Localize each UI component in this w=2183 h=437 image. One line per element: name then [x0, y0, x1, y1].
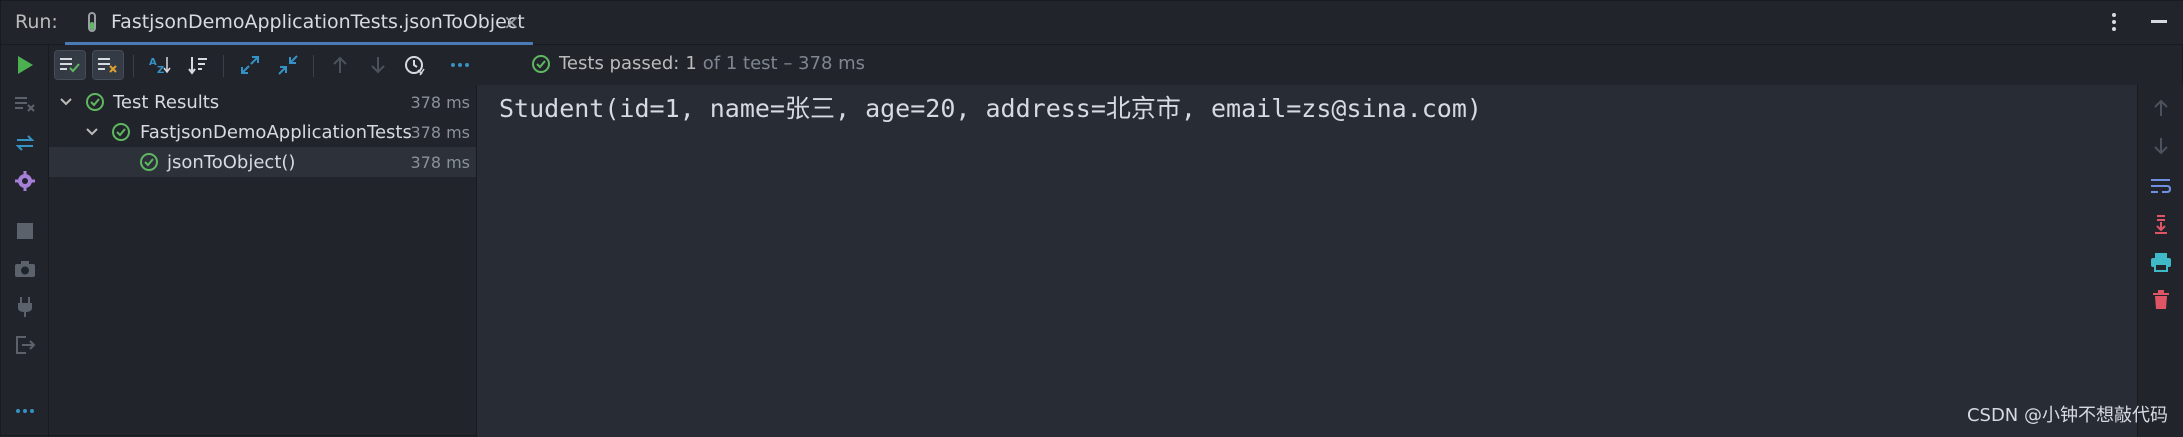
more-icon[interactable]: [11, 397, 39, 425]
test-status: Tests passed: 1 of 1 test – 378 ms: [531, 53, 865, 74]
chevron-down-icon[interactable]: [85, 125, 99, 139]
console-toolbar: [2137, 85, 2183, 437]
run-tool-window: Run: FastjsonDemoApplicationTests.jsonTo…: [0, 0, 2183, 437]
collapse-all-icon[interactable]: [273, 51, 303, 79]
tree-item-duration: 378 ms: [410, 92, 470, 112]
rerun-failed-icon[interactable]: [11, 89, 39, 117]
toggle-auto-test-icon[interactable]: [11, 129, 39, 157]
passed-check-icon: [531, 54, 551, 74]
tree-item-duration: 378 ms: [410, 122, 470, 142]
test-history-icon[interactable]: [399, 51, 429, 79]
minimize-icon[interactable]: [2151, 20, 2167, 23]
close-icon[interactable]: ×: [503, 10, 520, 34]
tree-item-duration: 378 ms: [410, 152, 470, 172]
show-passed-icon[interactable]: [54, 50, 86, 80]
chevron-down-icon[interactable]: [59, 95, 73, 109]
passed-check-icon: [139, 152, 159, 172]
settings-gear-icon[interactable]: [11, 167, 39, 195]
console-output[interactable]: Student(id=1, name=张三, age=20, address=北…: [477, 85, 2137, 437]
scroll-to-end-icon[interactable]: [2148, 211, 2174, 237]
svg-text:A: A: [149, 57, 157, 68]
tree-row-test-results[interactable]: Test Results 378 ms: [49, 87, 476, 117]
passed-check-icon: [111, 122, 131, 142]
exit-icon[interactable]: [11, 331, 39, 359]
scroll-down-icon[interactable]: [2148, 133, 2174, 159]
watermark: CSDN @小钟不想敲代码: [1966, 405, 2168, 426]
console-line: Student(id=1, name=张三, age=20, address=北…: [499, 94, 1482, 123]
status-summary: of 1 test – 378 ms: [702, 53, 866, 74]
plug-icon[interactable]: [11, 293, 39, 321]
tab-title: FastjsonDemoApplicationTests.jsonToObjec…: [111, 11, 525, 33]
status-passed-count: 1: [685, 53, 697, 74]
tab-bar: Run: FastjsonDemoApplicationTests.jsonTo…: [1, 1, 2183, 45]
tree-item-label: FastjsonDemoApplicationTests: [140, 121, 412, 143]
soft-wrap-icon[interactable]: [2148, 173, 2174, 199]
run-label: Run:: [15, 11, 58, 33]
test-toolbar: AZ Tests passed: 1 of 1 test – 378 ms: [49, 45, 2183, 85]
more-options-icon[interactable]: [2111, 11, 2117, 33]
passed-check-icon: [85, 92, 105, 112]
clear-all-trash-icon[interactable]: [2148, 287, 2174, 313]
svg-text:Z: Z: [157, 65, 164, 75]
tab-run-configuration[interactable]: FastjsonDemoApplicationTests.jsonToObjec…: [65, 1, 533, 45]
next-failed-test-icon[interactable]: [363, 51, 393, 79]
print-icon[interactable]: [2148, 249, 2174, 275]
tree-item-label: jsonToObject(): [167, 151, 296, 173]
tree-item-label: Test Results: [113, 91, 220, 113]
show-ignored-icon[interactable]: [92, 50, 124, 80]
more-actions-icon[interactable]: [445, 51, 475, 79]
scroll-up-icon[interactable]: [2148, 95, 2174, 121]
tree-row-test-class[interactable]: FastjsonDemoApplicationTests 378 ms: [49, 117, 476, 147]
sort-alphabetically-icon[interactable]: AZ: [145, 51, 175, 79]
previous-failed-test-icon[interactable]: [325, 51, 355, 79]
left-toolbar: [1, 45, 49, 437]
test-tube-icon: [85, 11, 99, 35]
stop-icon[interactable]: [11, 217, 39, 245]
expand-all-icon[interactable]: [235, 51, 265, 79]
camera-icon[interactable]: [11, 255, 39, 283]
status-passed-label: Tests passed:: [559, 53, 680, 74]
rerun-icon[interactable]: [11, 51, 39, 79]
sort-by-duration-icon[interactable]: [183, 51, 213, 79]
test-tree: Test Results 378 ms FastjsonDemoApplicat…: [49, 85, 477, 437]
tree-row-test-method[interactable]: jsonToObject() 378 ms: [49, 147, 476, 177]
